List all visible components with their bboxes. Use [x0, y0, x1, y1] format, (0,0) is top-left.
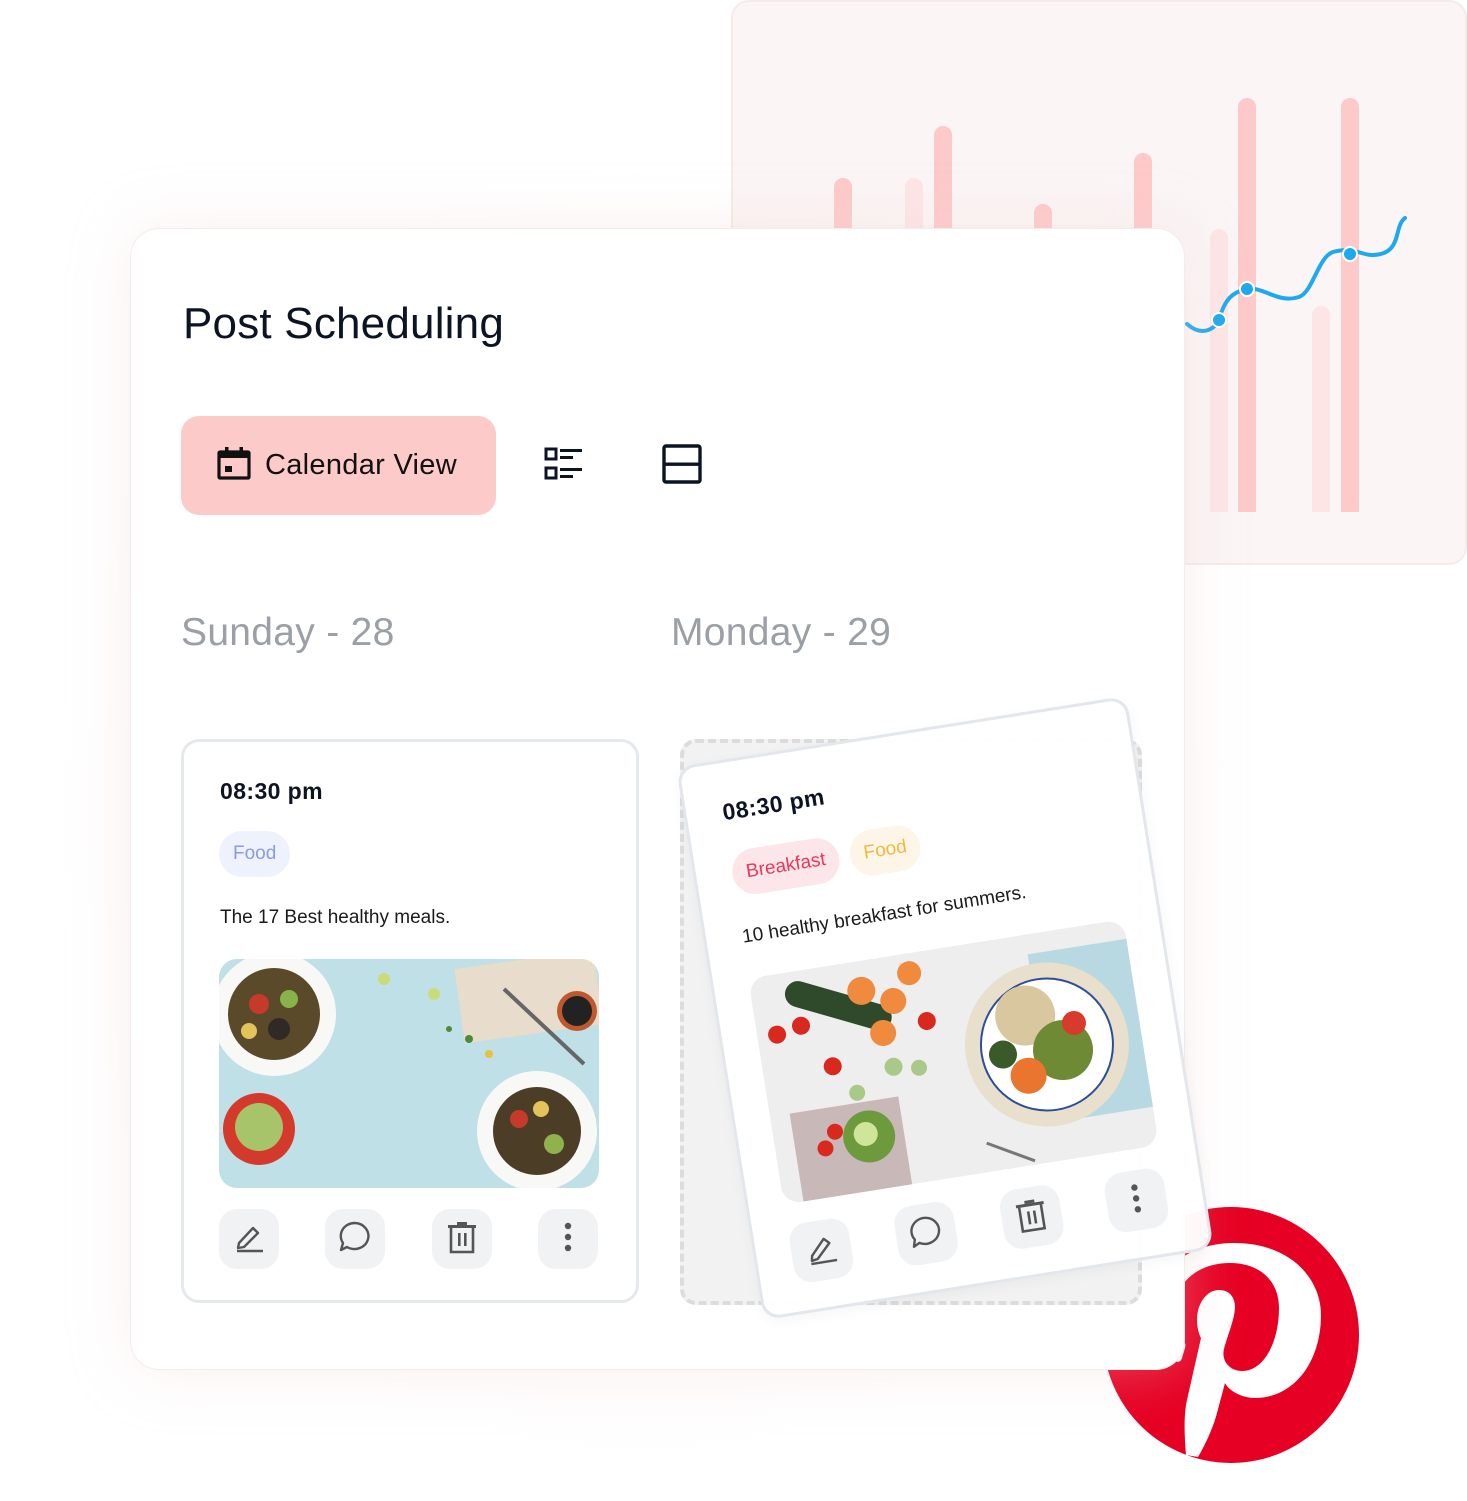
post-card[interactable]: 08:30 pm Food The 17 Best healthy meals. [181, 739, 639, 1303]
page-title: Post Scheduling [183, 299, 504, 348]
edit-icon [803, 1230, 840, 1272]
chart-bar [1312, 306, 1330, 512]
calendar-view-label: Calendar View [265, 449, 457, 481]
post-image [747, 919, 1160, 1205]
trash-icon [1013, 1195, 1051, 1239]
calendar-view-button[interactable]: Calendar View [181, 416, 496, 515]
delete-button[interactable] [997, 1182, 1067, 1252]
split-view-icon [662, 443, 702, 489]
post-description: The 17 Best healthy meals. [220, 907, 451, 928]
post-time: 08:30 pm [720, 783, 827, 826]
dragging-post-card[interactable]: 08:30 pm Breakfast Food 10 healthy break… [676, 695, 1214, 1321]
split-view-button[interactable] [657, 441, 707, 491]
delete-button[interactable] [432, 1209, 492, 1269]
more-vertical-icon [1129, 1181, 1145, 1219]
comment-button[interactable] [891, 1199, 961, 1269]
day-label-monday: Monday - 29 [671, 611, 892, 654]
comment-icon [338, 1220, 372, 1259]
more-vertical-icon [563, 1221, 573, 1258]
chart-bar [1238, 98, 1256, 512]
tag-breakfast[interactable]: Breakfast [728, 834, 844, 898]
chart-point [1342, 246, 1358, 262]
calendar-icon [217, 446, 251, 485]
edit-button[interactable] [787, 1215, 856, 1285]
post-image [219, 959, 599, 1188]
post-description: 10 healthy breakfast for summers. [740, 882, 1028, 948]
day-label-sunday: Sunday - 28 [181, 611, 395, 654]
trash-icon [446, 1220, 478, 1259]
list-view-button[interactable] [539, 441, 589, 491]
edit-button[interactable] [219, 1209, 279, 1269]
post-time: 08:30 pm [220, 778, 323, 804]
more-options-button[interactable] [1102, 1166, 1171, 1235]
edit-icon [233, 1221, 265, 1258]
comment-icon [906, 1212, 946, 1256]
chart-bar [1341, 98, 1359, 512]
tag-food[interactable]: Food [219, 831, 291, 877]
tag-food[interactable]: Food [846, 822, 925, 879]
list-view-icon [544, 446, 584, 487]
more-options-button[interactable] [538, 1209, 598, 1269]
comment-button[interactable] [325, 1209, 385, 1269]
chart-point [1239, 281, 1255, 297]
